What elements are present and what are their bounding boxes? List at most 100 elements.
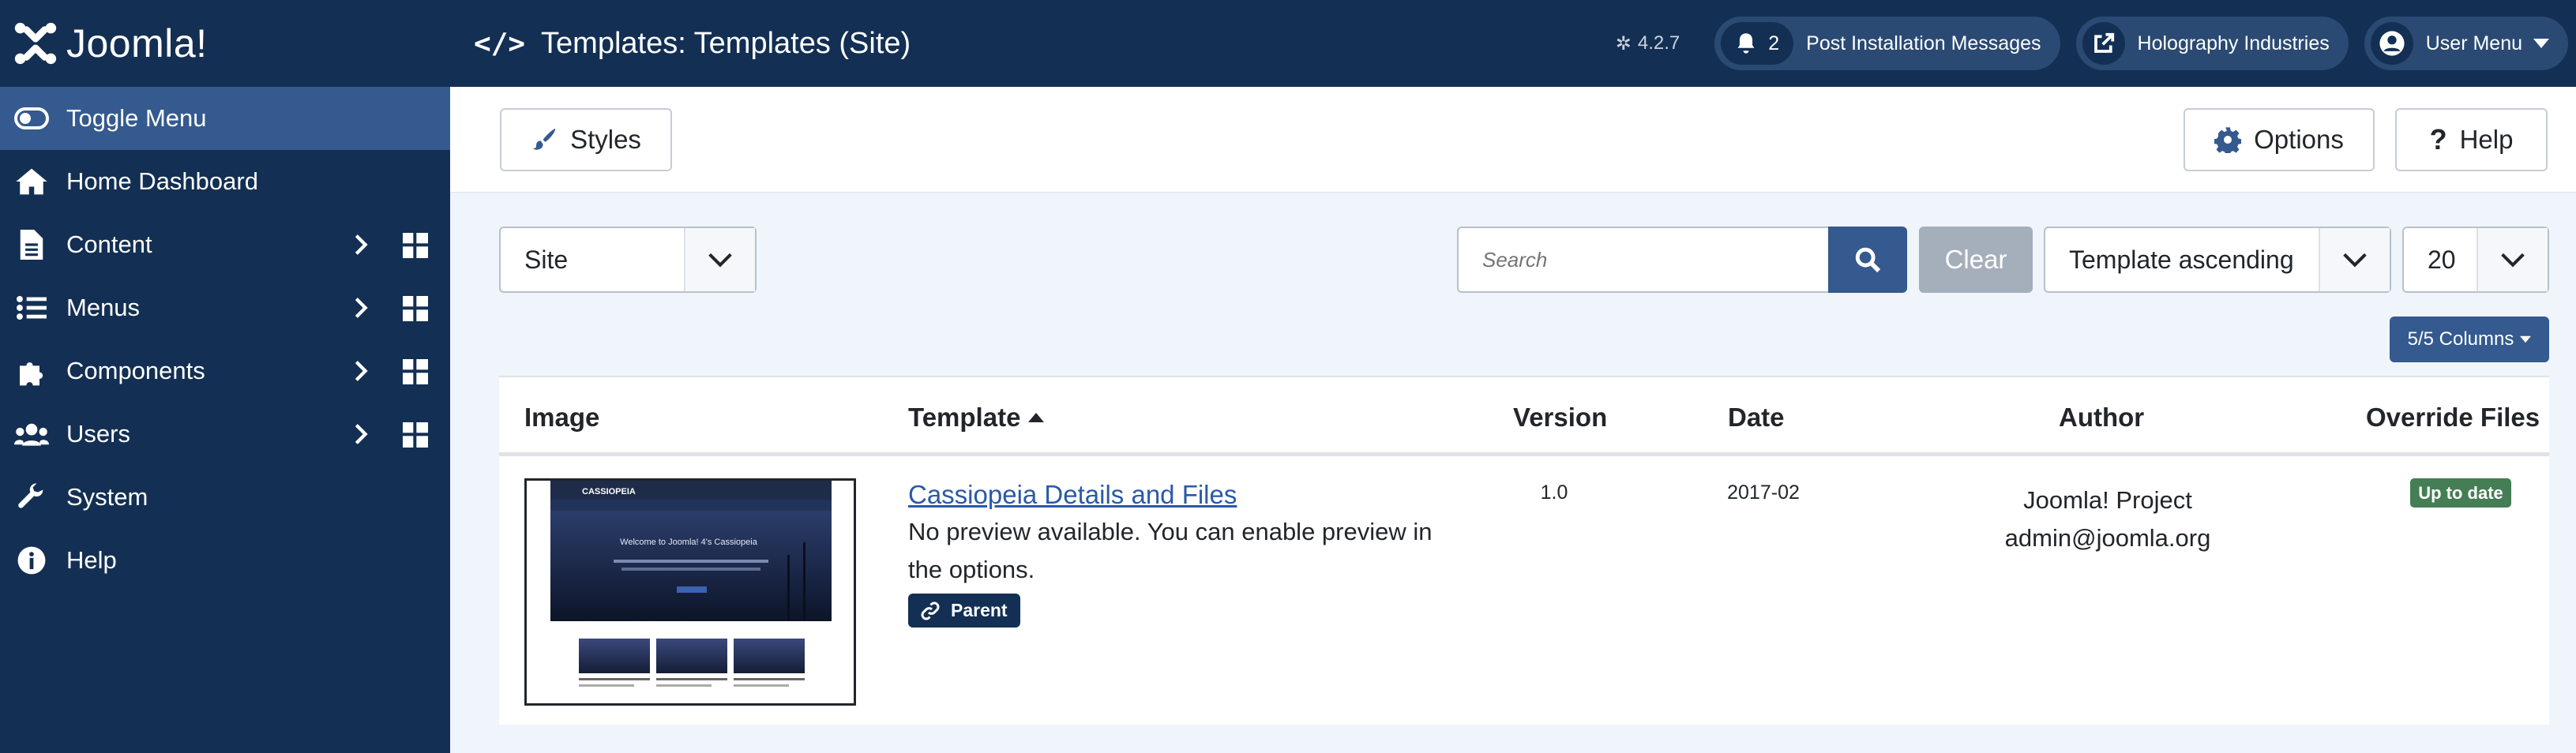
link-icon (921, 601, 940, 620)
home-icon (14, 164, 49, 199)
table-header: Image Template Version Date Author Overr… (499, 377, 2549, 456)
gear-icon (2214, 127, 2242, 153)
sidebar-item-label: Content (66, 230, 152, 258)
limit-select-value: 20 (2428, 245, 2456, 274)
sidebar-item-toggle-menu[interactable]: Toggle Menu (0, 87, 450, 150)
column-header-template[interactable]: Template (908, 403, 1045, 433)
bell-icon (1737, 33, 1755, 54)
site-label: Holography Industries (2137, 32, 2330, 54)
template-cell: Cassiopeia Details and Files No preview … (908, 480, 1453, 628)
puzzle-icon (14, 354, 49, 388)
date-cell: 2017-02 (1727, 481, 1800, 504)
column-header-version[interactable]: Version (1513, 403, 1607, 433)
user-menu-label: User Menu (2425, 32, 2522, 54)
thumbnail-site-name: CASSIOPEIA (550, 484, 832, 500)
version-cell: 1.0 (1540, 481, 1568, 504)
dashboard-grid-icon[interactable] (403, 422, 428, 448)
styles-label: Styles (570, 125, 641, 154)
sidebar-item-users[interactable]: Users (0, 403, 450, 466)
search-button[interactable] (1828, 227, 1907, 293)
sidebar: Toggle Menu Home Dashboard Content Menus… (0, 87, 450, 753)
sidebar-item-label: Toggle Menu (66, 104, 207, 132)
user-menu-button[interactable]: User Menu (2364, 17, 2568, 70)
chevron-down-icon (2476, 228, 2548, 291)
sidebar-item-components[interactable]: Components (0, 339, 450, 403)
toolbar: Styles Options ? Help (450, 87, 2576, 193)
chevron-down-icon (684, 228, 755, 291)
site-link-button[interactable]: Holography Industries (2075, 17, 2349, 70)
sidebar-item-label: Home Dashboard (66, 167, 258, 195)
template-thumbnail[interactable]: CASSIOPEIA Welcome to Joomla! 4's Cassio… (524, 478, 856, 706)
sort-select-value: Template ascending (2069, 245, 2294, 274)
wrench-icon (14, 480, 49, 515)
override-files-cell: Up to date (2398, 478, 2524, 508)
external-link-icon (2082, 22, 2125, 65)
sidebar-item-content[interactable]: Content (0, 213, 450, 276)
column-header-override-files: Override Files (2366, 403, 2540, 432)
code-icon: </> (474, 27, 526, 60)
help-label: Help (2459, 125, 2514, 154)
search-input[interactable] (1457, 227, 1830, 293)
search-icon (1855, 247, 1881, 273)
author-cell: Joomla! Project admin@joomla.org (1952, 481, 2263, 557)
toggle-icon (14, 101, 49, 136)
version-label: ✲ 4.2.7 (1616, 32, 1680, 55)
templates-table: Image Template Version Date Author Overr… (499, 376, 2549, 725)
client-select[interactable]: Site (499, 227, 757, 293)
joomla-small-icon: ✲ (1615, 32, 1632, 54)
question-mark-icon: ? (2429, 123, 2447, 155)
info-icon (14, 543, 49, 578)
dashboard-grid-icon[interactable] (403, 359, 428, 384)
options-button[interactable]: Options (2184, 108, 2375, 171)
options-label: Options (2254, 125, 2344, 154)
columns-button[interactable]: 5/5 Columns (2390, 317, 2549, 362)
chevron-right-icon[interactable] (347, 231, 374, 258)
preview-note: No preview available. You can enable pre… (908, 518, 1433, 583)
chevron-right-icon[interactable] (347, 421, 374, 448)
column-header-date[interactable]: Date (1728, 403, 1785, 433)
post-installation-messages-button[interactable]: 2 Post Installation Messages (1714, 17, 2060, 70)
status-badge: Up to date (2410, 478, 2511, 508)
messages-label: Post Installation Messages (1806, 32, 2041, 54)
chevron-down-icon (2319, 228, 2390, 291)
sidebar-item-menus[interactable]: Menus (0, 276, 450, 339)
column-header-image: Image (524, 403, 600, 432)
messages-count-badge: 2 (1721, 22, 1794, 65)
column-header-template-label: Template (908, 403, 1021, 432)
sidebar-item-home-dashboard[interactable]: Home Dashboard (0, 150, 450, 213)
clear-button[interactable]: Clear (1919, 227, 2033, 293)
client-select-value: Site (524, 245, 569, 274)
column-header-author[interactable]: Author (2059, 403, 2144, 433)
help-button[interactable]: ? Help (2395, 108, 2548, 171)
users-icon (14, 417, 49, 451)
caret-down-icon (2533, 39, 2549, 48)
parent-badge: Parent (908, 594, 1020, 628)
sidebar-item-help[interactable]: Help (0, 529, 450, 592)
dashboard-grid-icon[interactable] (403, 233, 428, 258)
caret-down-icon (2520, 335, 2532, 343)
dashboard-grid-icon[interactable] (403, 296, 428, 321)
sort-select[interactable]: Template ascending (2044, 227, 2391, 293)
brand-name: Joomla! (66, 21, 208, 66)
sidebar-item-label: Users (66, 420, 130, 448)
version-text: 4.2.7 (1637, 32, 1680, 54)
sort-ascending-icon (1028, 413, 1045, 422)
top-header: Joomla! </> Templates: Templates (Site) … (0, 0, 2576, 87)
list-icon (14, 290, 49, 325)
author-name: Joomla! Project (2023, 486, 2192, 514)
page-title: </> Templates: Templates (Site) (474, 27, 1616, 61)
joomla-logo[interactable]: Joomla! (0, 0, 450, 87)
sidebar-item-system[interactable]: System (0, 466, 450, 529)
columns-label: 5/5 Columns (2407, 328, 2514, 350)
styles-button[interactable]: Styles (500, 108, 672, 171)
chevron-right-icon[interactable] (347, 294, 374, 321)
chevron-right-icon[interactable] (347, 358, 374, 384)
limit-select[interactable]: 20 (2402, 227, 2549, 293)
parent-badge-label: Parent (951, 600, 1008, 620)
user-circle-icon (2370, 22, 2413, 65)
sidebar-item-label: System (66, 483, 148, 511)
messages-count: 2 (1768, 32, 1780, 54)
file-icon (14, 227, 49, 262)
template-name-link[interactable]: Cassiopeia Details and Files (908, 480, 1237, 509)
page-title-text: Templates: Templates (Site) (541, 26, 911, 60)
